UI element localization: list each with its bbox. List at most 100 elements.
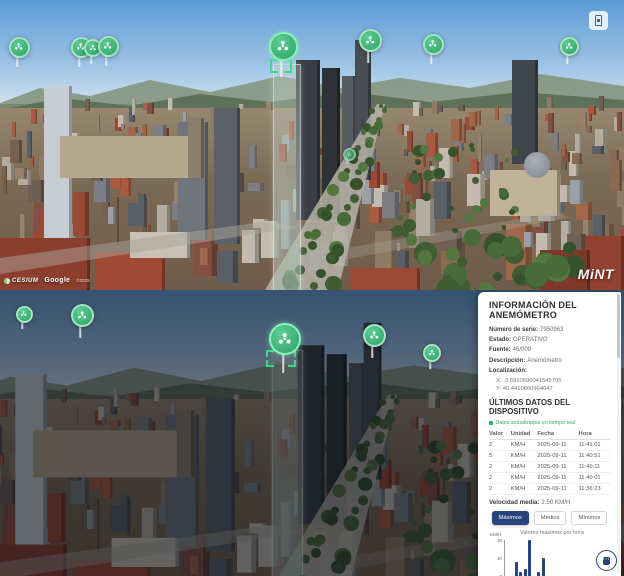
scene-shape xyxy=(415,159,421,165)
map-view-bottom[interactable]: INFORMACIÓN DEL ANEMÓMETRO Número de ser… xyxy=(0,290,624,576)
sensor-marker[interactable] xyxy=(359,29,378,48)
panel-title: INFORMACIÓN DEL ANEMÓMETRO xyxy=(489,300,610,320)
sensor-marker-selected[interactable] xyxy=(269,323,297,351)
table-header: Hora xyxy=(579,430,610,440)
average-speed-value: 2.50 KM/H xyxy=(541,499,570,506)
table-cell: 2025-09-11 xyxy=(537,450,578,461)
scene-shape xyxy=(472,205,479,212)
sensor-marker[interactable] xyxy=(9,37,26,54)
table-cell: KM/H xyxy=(511,450,538,461)
table-cell: 2 xyxy=(489,472,511,483)
scene-shape xyxy=(321,210,332,221)
chart-bar xyxy=(537,572,540,576)
sensor-marker[interactable] xyxy=(84,39,98,53)
anemometer-icon xyxy=(347,152,352,157)
anemometer-icon xyxy=(276,39,290,53)
chat-bubble-icon: ··· xyxy=(603,557,611,565)
chart-bar xyxy=(519,572,522,576)
table-header: Fecha xyxy=(537,430,578,440)
live-dot-icon xyxy=(489,421,493,425)
tab-mínimos[interactable]: Mínimos xyxy=(571,511,607,525)
sensor-marker-selected[interactable] xyxy=(269,32,294,57)
table-header: Valor xyxy=(489,430,511,440)
table-cell: 2025-09-11 xyxy=(537,461,578,472)
table-header-row: ValorUnidadFechaHora xyxy=(489,430,610,440)
sensor-marker[interactable] xyxy=(423,344,437,358)
anemometer-icon xyxy=(14,42,23,51)
panel-content: INFORMACIÓN DEL ANEMÓMETRO Número de ser… xyxy=(478,292,616,576)
sensor-marker[interactable] xyxy=(16,306,29,319)
scene-shape xyxy=(457,257,467,267)
scene-shape xyxy=(469,143,474,148)
scene-shape xyxy=(434,168,445,179)
marker-bubble xyxy=(343,148,356,161)
tab-máximos[interactable]: Máximos xyxy=(492,511,529,525)
chat-fab-button[interactable]: ··· xyxy=(596,550,617,571)
panel-scrollbar[interactable] xyxy=(617,294,621,574)
scene-shape xyxy=(465,213,474,222)
anemometer-icon xyxy=(428,39,437,48)
scene-shape xyxy=(502,225,506,229)
marker-bubble xyxy=(359,29,382,52)
device-field: Estado:OPERATIVO xyxy=(489,337,610,344)
table-cell: 11:40:01 xyxy=(579,472,610,483)
anemometer-icon xyxy=(565,42,573,50)
map-widget-button[interactable] xyxy=(589,11,608,30)
tab-medios[interactable]: Medios xyxy=(534,511,567,525)
table-row: 2KM/H2025-09-1111:40:01 xyxy=(489,472,610,483)
device-fields: Número de serie:7950963Estado:OPERATIVOF… xyxy=(489,327,610,375)
section-title-latest-data: ÚLTIMOS DATOS DEL DISPOSITIVO xyxy=(489,398,610,416)
map-view-top[interactable]: CESIUM Google ©2025 MiNT xyxy=(0,0,624,290)
scene-shape xyxy=(316,269,326,279)
scene-shape xyxy=(514,273,524,283)
scene-shape xyxy=(418,250,433,265)
sensor-marker[interactable] xyxy=(560,37,575,52)
table-cell: 11:41:01 xyxy=(579,439,610,450)
sensor-marker[interactable] xyxy=(98,36,115,53)
app-window: CESIUM Google ©2025 MiNT INFORMACIÓN DEL… xyxy=(0,0,624,576)
marker-bubble xyxy=(363,324,386,347)
table-row: 2KM/H2025-09-1111:36:23 xyxy=(489,483,610,494)
chart-bar xyxy=(542,558,545,576)
table-cell: 2 xyxy=(489,461,511,472)
scene-shape xyxy=(563,242,576,255)
average-speed: Velocidad media: 2.50 KM/H xyxy=(489,499,610,506)
table-cell: 11:40:11 xyxy=(579,461,610,472)
sensor-marker[interactable] xyxy=(71,304,90,323)
scene-shape xyxy=(311,229,320,238)
y-tick: 15 xyxy=(490,538,502,543)
scene-shape xyxy=(499,188,508,197)
anemometer-icon xyxy=(103,41,112,50)
chart-mode-tabs: Máximos Medios Mínimos xyxy=(489,511,610,525)
device-field: Localización: xyxy=(489,368,610,375)
sensor-marker[interactable] xyxy=(423,34,440,51)
sensor-marker[interactable] xyxy=(343,148,352,157)
scene-shape xyxy=(326,204,333,211)
anemometer-panel: INFORMACIÓN DEL ANEMÓMETRO Número de ser… xyxy=(478,292,621,576)
scene-shape xyxy=(452,228,458,234)
layers-icon xyxy=(595,15,602,26)
scene-shape xyxy=(448,147,458,157)
scene-shape xyxy=(350,178,362,190)
chart-title: Valores máximos por hora xyxy=(489,530,615,536)
scene-shape xyxy=(470,147,475,152)
attribution-text: ©2025 xyxy=(76,278,89,283)
marker-bubble xyxy=(269,323,301,355)
device-field: Número de serie:7950963 xyxy=(489,327,610,334)
scene-shape xyxy=(350,194,359,203)
anemometer-icon xyxy=(428,349,436,357)
table-row: 5KM/H2025-09-1111:40:51 xyxy=(489,450,610,461)
marker-bubble xyxy=(423,344,441,362)
chart-bar xyxy=(524,569,527,576)
marker-bubble xyxy=(269,32,298,61)
sensor-marker[interactable] xyxy=(363,324,382,343)
marker-bubble xyxy=(98,36,119,57)
scrollbar-thumb[interactable] xyxy=(617,294,621,358)
marker-bubble xyxy=(16,306,33,323)
scene-shape xyxy=(273,64,301,290)
scene-shape xyxy=(446,247,460,261)
table-cell: KM/H xyxy=(511,472,538,483)
cesium-logo: CESIUM xyxy=(4,278,38,284)
scene-shape xyxy=(304,231,312,239)
marker-bubble xyxy=(9,37,30,58)
